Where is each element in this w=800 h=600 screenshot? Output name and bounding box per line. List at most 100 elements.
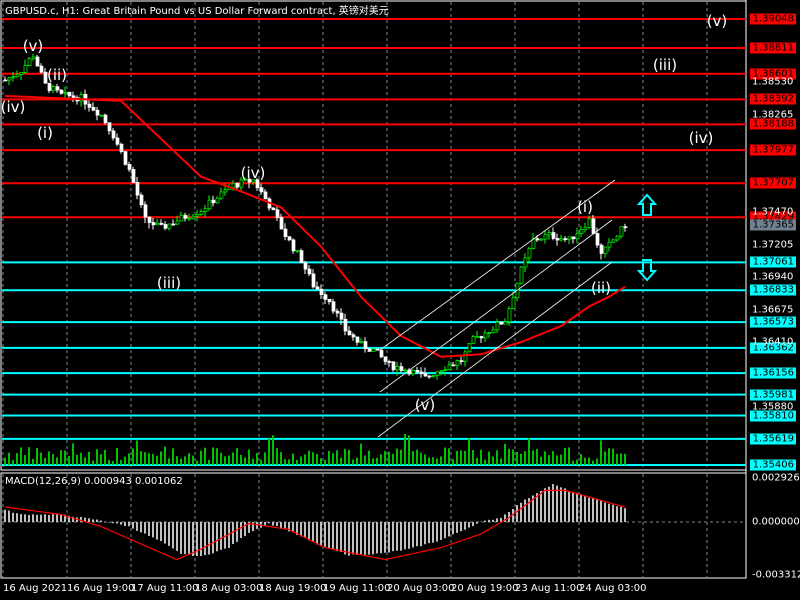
candle-body: [383, 356, 388, 362]
candle-body: [151, 222, 156, 226]
candle-body: [403, 369, 408, 372]
time-axis-label: 18 Aug 19:00: [259, 583, 327, 594]
candle-body: [475, 336, 480, 338]
channel-line: [377, 261, 613, 438]
price-chart[interactable]: [0, 0, 800, 600]
candle-body: [499, 321, 504, 325]
candle-body: [3, 79, 8, 82]
candle-body: [599, 244, 604, 254]
candle-body: [323, 294, 328, 300]
wave-label: (v): [706, 12, 728, 31]
candle-body: [219, 191, 224, 199]
macd-scale-label: 0.002926: [752, 472, 800, 484]
candle-body: [115, 137, 120, 145]
candle-body: [23, 65, 28, 73]
candle-body: [543, 234, 548, 240]
candle-body: [523, 257, 528, 268]
candle-body: [123, 151, 128, 165]
moving-average-line: [4, 94, 626, 358]
support-price-label: 1.36833: [750, 284, 796, 296]
candle-body: [375, 348, 380, 351]
candle-body: [107, 122, 112, 132]
candle-body: [271, 207, 276, 211]
candle-body: [11, 76, 16, 78]
candle-body: [443, 369, 448, 371]
time-axis-label: 17 Aug 11:00: [131, 583, 199, 594]
candle-body: [603, 246, 608, 254]
time-axis-label: 16 Aug 2021: [3, 583, 68, 594]
wave-label: (iv): [0, 97, 26, 116]
candle-body: [595, 233, 600, 246]
time-axis-label: 24 Aug 03:00: [579, 583, 647, 594]
support-price-label: 1.36156: [750, 367, 796, 379]
candle-body: [467, 342, 472, 353]
candle-body: [215, 197, 220, 204]
candle-body: [587, 218, 592, 228]
candle-body: [551, 232, 556, 239]
candle-body: [159, 222, 164, 225]
candle-body: [183, 214, 188, 219]
resistance-price-label: 1.37707: [750, 177, 796, 189]
time-axis-label: 23 Aug 11:00: [515, 583, 583, 594]
candle-body: [295, 250, 300, 252]
candle-body: [207, 199, 212, 210]
price-tick-label: 1.37205: [752, 239, 794, 251]
candle-body: [503, 321, 508, 325]
candle-body: [607, 241, 612, 248]
candle-body: [39, 65, 44, 73]
candle-body: [235, 182, 240, 188]
candle-body: [67, 91, 72, 97]
candle-body: [379, 349, 384, 358]
wave-label: (v): [22, 36, 44, 55]
main-frame: [0, 0, 747, 471]
resistance-price-label: 1.38392: [750, 93, 796, 105]
candle-body: [351, 334, 356, 338]
candle-body: [331, 301, 336, 312]
candle-body: [275, 209, 280, 218]
candle-body: [495, 321, 500, 331]
candle-body: [279, 217, 284, 230]
candle-body: [199, 211, 204, 215]
time-axis-label: 18 Aug 03:00: [195, 583, 263, 594]
candle-body: [131, 169, 136, 183]
chart-title: GBPUSD.c, H1: Great Britain Pound vs US …: [5, 6, 389, 17]
price-tick-label: 1.38265: [752, 109, 794, 121]
candle-body: [575, 233, 580, 240]
candle-body: [143, 204, 148, 218]
candle-body: [567, 236, 572, 240]
candle-body: [95, 109, 100, 116]
resistance-price-label: 1.39048: [750, 13, 796, 25]
candle-body: [211, 199, 216, 204]
time-axis-label: 19 Aug 11:00: [323, 583, 391, 594]
candle-body: [591, 218, 596, 234]
channel-line: [379, 219, 613, 393]
candle-body: [451, 364, 456, 367]
candle-body: [419, 371, 424, 375]
wave-label: (iii): [156, 274, 182, 293]
time-axis-label: 20 Aug 19:00: [451, 583, 519, 594]
candle-body: [195, 214, 200, 217]
candle-body: [111, 130, 116, 139]
candle-body: [179, 214, 184, 222]
candle-body: [15, 74, 20, 77]
macd-signal-line: [4, 489, 626, 561]
candle-body: [479, 336, 484, 339]
candle-body: [291, 239, 296, 252]
candle-body: [571, 236, 576, 240]
candle-body: [583, 227, 588, 230]
time-axis-label: 20 Aug 03:00: [387, 583, 455, 594]
candle-body: [491, 329, 496, 334]
candle-body: [623, 226, 628, 229]
candle-body: [307, 268, 312, 275]
wave-label: (i): [37, 123, 53, 142]
price-tick-label: 1.35880: [752, 401, 794, 413]
support-price-label: 1.35619: [750, 433, 796, 445]
candle-body: [363, 341, 368, 350]
candle-body: [339, 312, 344, 320]
candle-body: [55, 86, 60, 91]
candle-body: [415, 369, 420, 373]
candle-body: [327, 298, 332, 303]
wave-label: (i): [577, 198, 593, 217]
candle-body: [555, 238, 560, 241]
candle-body: [367, 348, 372, 352]
